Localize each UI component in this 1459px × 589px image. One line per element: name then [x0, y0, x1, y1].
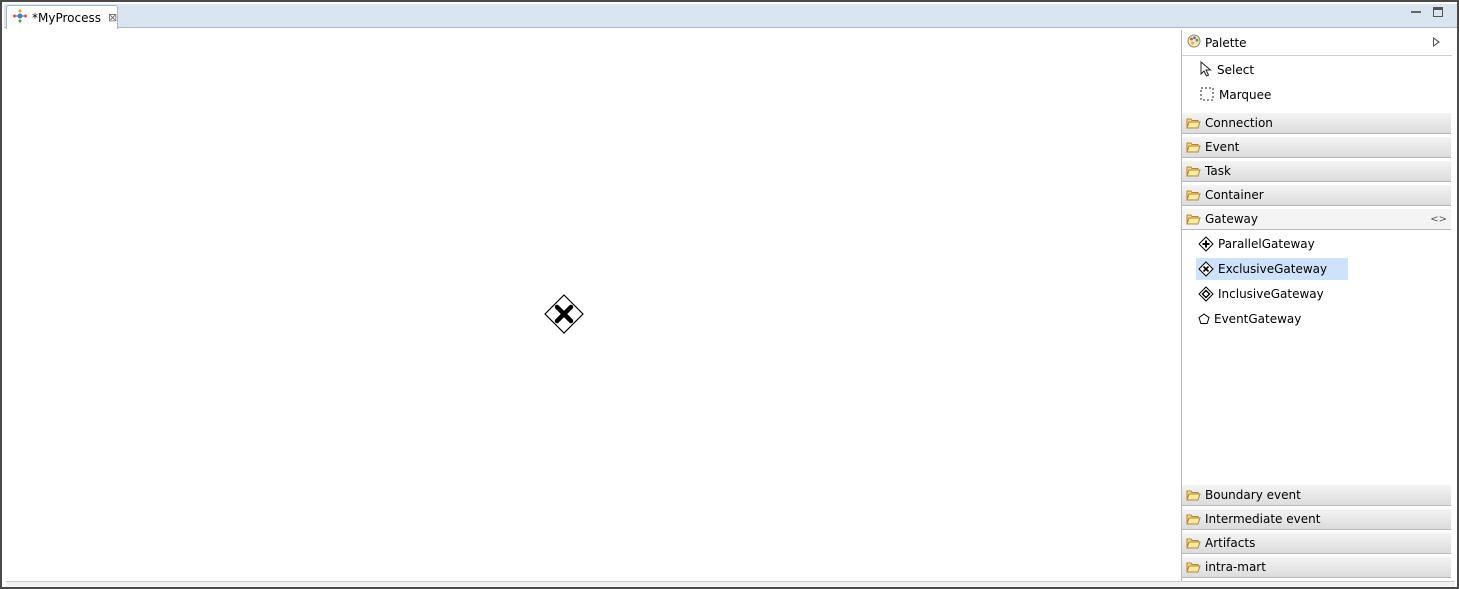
folder-icon — [1186, 562, 1201, 573]
drawer-boundary-event[interactable]: Boundary event — [1182, 484, 1451, 506]
drawer-intermediate-event[interactable]: Intermediate event — [1182, 508, 1451, 530]
entry-exclusive-gateway-label: ExclusiveGateway — [1218, 262, 1328, 276]
palette-header[interactable]: Palette — [1182, 30, 1452, 56]
cursor-arrow-icon — [1200, 60, 1212, 80]
folder-open-icon — [1186, 214, 1201, 225]
exclusive-gateway-icon — [1198, 261, 1214, 277]
drawer-intermediate-event-label: Intermediate event — [1205, 512, 1321, 526]
drawer-intra-mart-label: intra-mart — [1205, 560, 1266, 574]
minimize-icon[interactable] — [1411, 3, 1421, 13]
folder-icon — [1186, 142, 1201, 153]
drawer-intra-mart[interactable]: intra-mart — [1182, 556, 1451, 578]
editor-bottom-edge — [6, 581, 1455, 587]
folder-icon — [1186, 166, 1201, 177]
folder-icon — [1186, 118, 1201, 129]
palette-icon — [1187, 34, 1201, 51]
folder-icon — [1186, 514, 1201, 525]
marquee-icon — [1200, 87, 1214, 104]
entry-event-gateway[interactable]: EventGateway — [1196, 308, 1307, 330]
tab-title: *MyProcess — [32, 10, 101, 25]
maximize-icon[interactable] — [1433, 7, 1443, 17]
tool-select-label: Select — [1217, 63, 1255, 77]
entry-inclusive-gateway[interactable]: InclusiveGateway — [1196, 283, 1330, 305]
tool-marquee-label: Marquee — [1219, 88, 1272, 102]
drawer-event-label: Event — [1205, 140, 1240, 154]
folder-icon — [1186, 190, 1201, 201]
collapse-palette-icon[interactable] — [1433, 37, 1440, 47]
tab-myprocess[interactable]: *MyProcess ⊠ — [6, 5, 118, 29]
drawer-gateway[interactable]: Gateway <> — [1182, 208, 1451, 230]
tool-marquee[interactable]: Marquee — [1200, 84, 1271, 106]
drawer-boundary-event-label: Boundary event — [1205, 488, 1301, 502]
inclusive-gateway-icon — [1198, 286, 1214, 302]
drawer-artifacts[interactable]: Artifacts — [1182, 532, 1451, 554]
drawer-connection-label: Connection — [1205, 116, 1273, 130]
parallel-gateway-icon — [1198, 236, 1214, 252]
drawer-container-label: Container — [1205, 188, 1264, 202]
drawer-connection[interactable]: Connection — [1182, 112, 1451, 134]
entry-event-gateway-label: EventGateway — [1214, 312, 1302, 326]
editor-tabbar: *MyProcess ⊠ — [4, 4, 1457, 29]
exclusive-gateway-shape[interactable] — [544, 294, 584, 334]
entry-parallel-gateway[interactable]: ParallelGateway — [1196, 233, 1321, 255]
entry-exclusive-gateway[interactable]: ExclusiveGateway — [1196, 258, 1348, 280]
window-controls — [1411, 7, 1443, 17]
drawer-task-label: Task — [1205, 164, 1231, 178]
editor-window: *MyProcess ⊠ Palette Select Marquee Conn… — [0, 0, 1459, 589]
process-icon — [12, 9, 28, 26]
drawer-artifacts-label: Artifacts — [1205, 536, 1256, 550]
drawer-event[interactable]: Event — [1182, 136, 1451, 158]
tool-select[interactable]: Select — [1200, 59, 1254, 81]
folder-icon — [1186, 538, 1201, 549]
drawer-gateway-label: Gateway — [1205, 212, 1259, 226]
diagram-canvas[interactable] — [6, 30, 1180, 581]
close-icon[interactable]: ⊠ — [108, 11, 117, 24]
event-gateway-icon — [1198, 313, 1210, 324]
entry-inclusive-gateway-label: InclusiveGateway — [1218, 287, 1324, 301]
palette-panel: Palette Select Marquee Connection Event … — [1181, 30, 1452, 581]
pin-drawer-icon[interactable]: <> — [1430, 214, 1447, 225]
palette-title: Palette — [1205, 35, 1247, 50]
entry-parallel-gateway-label: ParallelGateway — [1218, 237, 1315, 251]
drawer-task[interactable]: Task — [1182, 160, 1451, 182]
drawer-container[interactable]: Container — [1182, 184, 1451, 206]
folder-icon — [1186, 490, 1201, 501]
